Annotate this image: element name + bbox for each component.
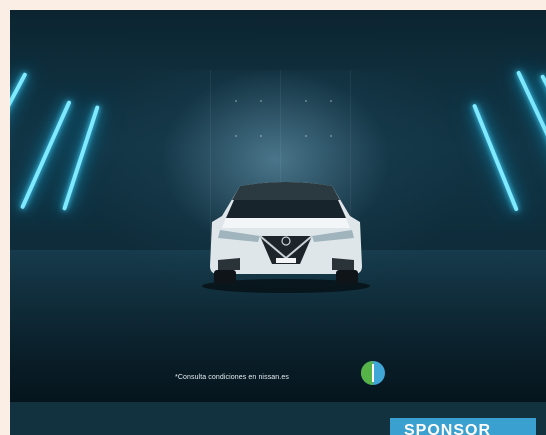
eco-label-badge-icon — [361, 361, 385, 385]
neon-light — [20, 100, 72, 210]
conditions-caption: *Consulta condiciones en nissan.es — [175, 374, 289, 381]
wall-bolt — [235, 100, 237, 102]
wall-bolt — [260, 135, 262, 137]
ceiling — [10, 10, 546, 70]
white-suv-car-image — [202, 182, 370, 293]
wall-bolt — [260, 100, 262, 102]
car-showroom-scene: *Consulta condiciones en nissan.es — [10, 10, 546, 402]
neon-light — [516, 70, 546, 190]
wall-bolt — [305, 135, 307, 137]
wall-bolt — [330, 135, 332, 137]
neon-light — [472, 103, 519, 212]
sponsor-label[interactable]: SPONSOR — [390, 418, 536, 435]
wall-bolt — [330, 100, 332, 102]
neon-light — [10, 72, 28, 172]
neon-light — [62, 105, 100, 211]
sponsored-ad-banner[interactable]: *Consulta condiciones en nissan.es — [10, 10, 546, 435]
wall-bolt — [305, 100, 307, 102]
wall-bolt — [235, 135, 237, 137]
